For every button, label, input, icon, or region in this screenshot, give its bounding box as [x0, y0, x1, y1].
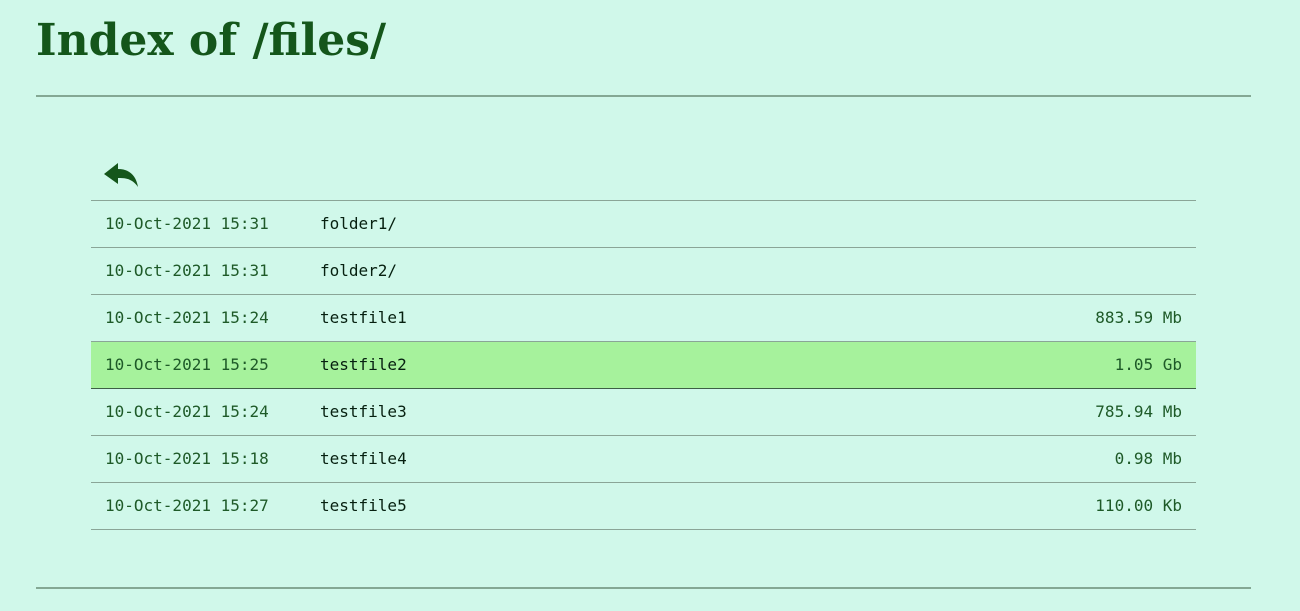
file-size: 883.59 Mb [1095, 308, 1182, 327]
file-date: 10-Oct-2021 15:25 [105, 355, 269, 374]
file-size: 785.94 Mb [1095, 402, 1182, 421]
bottom-divider [36, 587, 1251, 589]
file-date: 10-Oct-2021 15:18 [105, 449, 269, 468]
file-date: 10-Oct-2021 15:24 [105, 402, 269, 421]
list-item[interactable]: 10-Oct-2021 15:27 testfile5 110.00 Kb [91, 483, 1196, 530]
file-date: 10-Oct-2021 15:27 [105, 496, 269, 515]
list-item[interactable]: 10-Oct-2021 15:31 folder1/ [91, 201, 1196, 248]
file-name-link[interactable]: testfile3 [320, 389, 407, 435]
parent-directory-row[interactable] [91, 153, 1196, 200]
file-size: 1.05 Gb [1114, 355, 1182, 374]
list-item[interactable]: 10-Oct-2021 15:24 testfile1 883.59 Mb [91, 295, 1196, 342]
file-name-link[interactable]: testfile2 [320, 342, 407, 388]
file-date: 10-Oct-2021 15:24 [105, 308, 269, 327]
list-item-selected[interactable]: 10-Oct-2021 15:25 testfile2 1.05 Gb [91, 342, 1196, 389]
list-item[interactable]: 10-Oct-2021 15:18 testfile4 0.98 Mb [91, 436, 1196, 483]
file-name-link[interactable]: folder2/ [320, 248, 397, 294]
list-item[interactable]: 10-Oct-2021 15:24 testfile3 785.94 Mb [91, 389, 1196, 436]
file-name-link[interactable]: testfile1 [320, 295, 407, 341]
top-divider [36, 95, 1251, 97]
file-size: 110.00 Kb [1095, 496, 1182, 515]
file-size: 0.98 Mb [1114, 449, 1182, 468]
reply-arrow-icon[interactable] [103, 162, 141, 190]
file-name-link[interactable]: folder1/ [320, 201, 397, 247]
file-date: 10-Oct-2021 15:31 [105, 214, 269, 233]
file-name-link[interactable]: testfile4 [320, 436, 407, 482]
file-name-link[interactable]: testfile5 [320, 483, 407, 529]
file-listing: 10-Oct-2021 15:31 folder1/ 10-Oct-2021 1… [91, 200, 1196, 530]
file-date: 10-Oct-2021 15:31 [105, 261, 269, 280]
page-title: Index of /files/ [36, 15, 387, 66]
list-item[interactable]: 10-Oct-2021 15:31 folder2/ [91, 248, 1196, 295]
